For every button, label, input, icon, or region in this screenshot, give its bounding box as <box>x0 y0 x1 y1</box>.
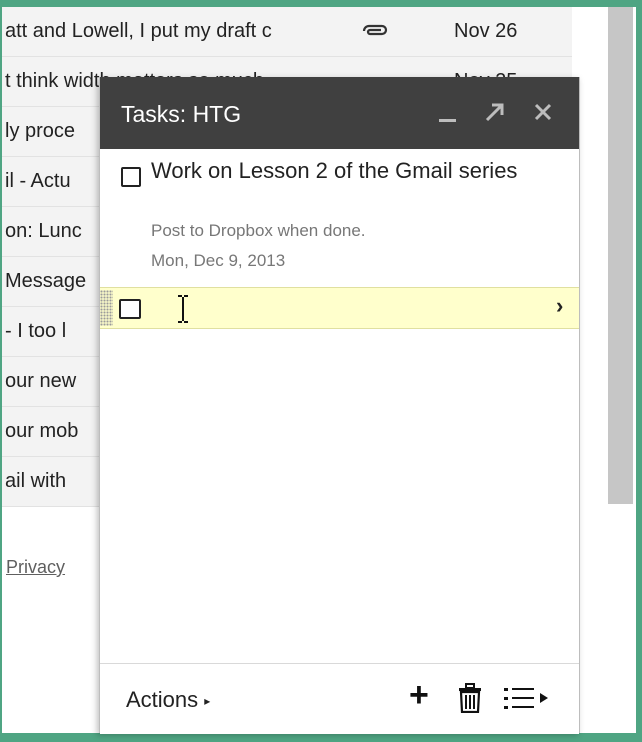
mail-snippet: ail with <box>5 470 67 492</box>
task-checkbox[interactable] <box>121 167 141 187</box>
drag-handle[interactable] <box>100 290 113 326</box>
window-frame-right <box>636 0 642 742</box>
mail-date: Nov 26 <box>454 20 518 42</box>
text-cursor-icon <box>178 295 188 323</box>
task-details-chevron[interactable]: › <box>556 293 563 319</box>
tasks-title: Tasks: HTG <box>121 101 242 127</box>
task-title[interactable]: Work on Lesson 2 of the Gmail series <box>151 157 551 184</box>
trash-icon[interactable] <box>457 683 483 713</box>
close-button[interactable] <box>528 97 558 127</box>
task-notes: Post to Dropbox when done. <box>151 221 366 240</box>
tasks-header[interactable]: Tasks: HTG <box>100 77 579 149</box>
mail-snippet: our mob <box>5 420 79 442</box>
add-task-button[interactable]: + <box>409 678 429 712</box>
mail-snippet: on: Lunc <box>5 220 82 242</box>
privacy-link[interactable]: Privacy <box>6 557 65 578</box>
scrollbar-thumb[interactable] <box>608 7 633 504</box>
tasks-footer: Actions ▸ + <box>100 663 579 734</box>
actions-label: Actions <box>126 687 199 712</box>
task-checkbox[interactable] <box>119 299 141 319</box>
window-frame-bottom <box>0 733 642 742</box>
tasks-window: Tasks: HTG Work on Lesson 2 of the Gmail… <box>99 77 580 734</box>
actions-arrow-icon: ▸ <box>204 694 211 709</box>
task-item-editing[interactable]: › <box>100 287 579 329</box>
window-frame-top <box>0 0 642 7</box>
minimize-icon <box>439 119 456 122</box>
mail-snippet: Message <box>5 270 87 292</box>
minimize-button[interactable] <box>433 97 463 127</box>
mail-snippet: att and Lowell, I put my draft c <box>5 20 272 42</box>
mail-snippet: - I too l <box>5 320 67 342</box>
paperclip-icon <box>362 24 388 36</box>
close-icon <box>534 103 552 121</box>
task-due-date: Mon, Dec 9, 2013 <box>151 251 286 270</box>
task-lists-icon[interactable] <box>502 683 550 713</box>
mail-snippet: il - Actu <box>5 170 71 192</box>
mail-snippet: our new <box>5 370 77 392</box>
mail-snippet: ly proce <box>5 120 76 142</box>
actions-menu-button[interactable]: Actions ▸ <box>126 687 210 713</box>
popout-button[interactable] <box>480 97 510 127</box>
popout-arrow-icon <box>485 103 504 122</box>
mail-row[interactable]: att and Lowell, I put my draft c Nov 26 <box>2 7 572 57</box>
